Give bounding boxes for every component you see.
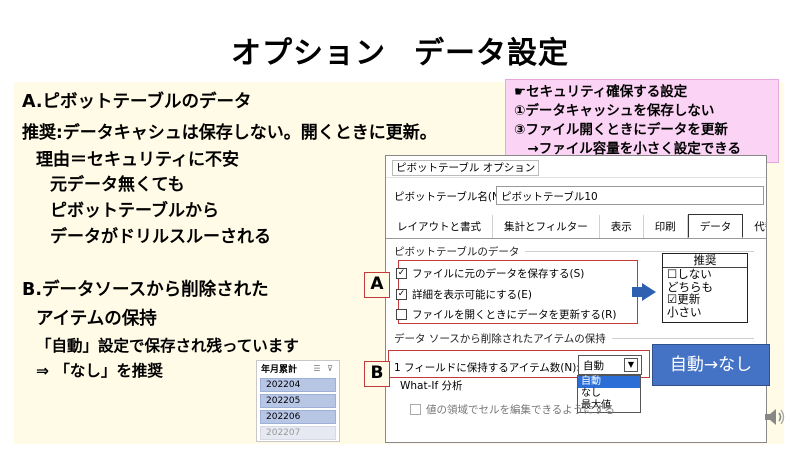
section-a-line: 元データ無くても	[50, 175, 185, 195]
section-a-line: 理由＝セキュリティに不安	[36, 150, 239, 170]
tab-data[interactable]: データ	[687, 214, 744, 238]
field-item[interactable]: 202205	[260, 394, 336, 408]
tab-layout[interactable]: レイアウトと書式	[386, 215, 493, 238]
multi-select-icon[interactable]: ☰ ⊽	[313, 364, 335, 373]
recommendation-header: 推奨	[663, 254, 747, 268]
pivot-name-input[interactable]: ピボットテーブル10	[496, 186, 764, 205]
callout-badge-a: A	[364, 272, 390, 298]
section-a-heading: A.ピボットテーブルのデータ	[22, 92, 252, 112]
title-right: データ設定	[414, 36, 569, 71]
title-left: オプション	[231, 36, 386, 71]
field-item[interactable]: 202207	[260, 426, 336, 440]
action-auto-to-none: 自動→なし	[652, 344, 770, 386]
dialog-title: ピボットテーブル オプション	[392, 160, 540, 176]
dialog-title-bar: ピボットテーブル オプション	[386, 156, 766, 178]
items-per-field-value: 自動	[583, 360, 604, 372]
field-item[interactable]: 202204	[260, 378, 336, 392]
pivot-data-section-text: ピボットテーブルのデータ	[394, 246, 520, 258]
edit-values-label: 値の領域でセルを編集できるようにする	[426, 404, 615, 416]
slide-title: オプション データ設定	[0, 28, 800, 72]
whatif-section-label: What-If 分析	[400, 380, 463, 392]
security-note: ☛セキュリティ確保する設定 ①データキャッシュを保存しない ③ファイル開くときに…	[505, 79, 779, 163]
edit-values-option[interactable]: 値の領域でセルを編集できるようにする	[410, 402, 615, 417]
arrow-right-icon	[632, 283, 656, 301]
field-list-title: 年月累計	[261, 365, 298, 375]
checkbox-unchecked-icon[interactable]	[410, 404, 421, 415]
note-line: ①データキャッシュを保存しない	[514, 103, 715, 119]
enable-show-details-option[interactable]: ✓ 詳細を表示可能にする(E)	[396, 287, 532, 302]
option-auto[interactable]: 自動	[578, 376, 640, 388]
tab-alt-text[interactable]: 代替テ	[743, 215, 766, 238]
recommendation-box: 推奨 ☐しない どちらも ☑更新 小さい	[662, 253, 748, 323]
items-per-field-label: 1 フィールドに保持するアイテム数(N):	[394, 362, 580, 374]
tab-totals-filters[interactable]: 集計とフィルター	[493, 215, 600, 238]
recommendation-line: ☐しない	[667, 267, 712, 281]
field-item[interactable]: 202206	[260, 410, 336, 424]
field-list-header: 年月累計 ☰ ⊽	[257, 361, 339, 376]
section-a-line: データがドリルスルーされる	[50, 227, 271, 247]
checkbox-unchecked-icon[interactable]	[396, 309, 407, 320]
dialog-tabs: レイアウトと書式 集計とフィルター 表示 印刷 データ 代替テ	[386, 214, 766, 239]
callout-badge-b: B	[364, 361, 390, 387]
checkbox-checked-icon[interactable]: ✓	[396, 289, 407, 300]
section-b-line: アイテムの保持	[36, 309, 157, 329]
speaker-icon[interactable]	[762, 405, 786, 429]
pivot-name-label: ピボットテーブル名(N):	[394, 191, 508, 203]
checkbox-checked-icon[interactable]: ✓	[396, 268, 407, 279]
chevron-down-icon[interactable]: ▼	[624, 358, 638, 372]
tab-printing[interactable]: 印刷	[644, 215, 688, 238]
enable-show-details-label: 詳細を表示可能にする(E)	[412, 289, 532, 301]
deleted-items-section-text: データ ソースから削除されたアイテムの保持	[394, 333, 606, 345]
section-b-heading: B.データソースから削除された	[22, 280, 269, 300]
option-none[interactable]: なし	[578, 388, 640, 400]
save-source-data-label: ファイルに元のデータを保存する(S)	[412, 268, 585, 280]
refresh-on-open-option[interactable]: ファイルを開くときにデータを更新する(R)	[396, 307, 617, 322]
section-a-line: 推奨:データキャシュは保存しない。開くときに更新。	[22, 123, 437, 143]
recommendation-line: 小さい	[667, 304, 702, 319]
recommendation-line: ☑更新	[667, 292, 701, 306]
refresh-on-open-label: ファイルを開くときにデータを更新する(R)	[412, 309, 617, 321]
section-b-line: ⇒ 「なし」を推奨	[36, 362, 163, 380]
items-per-field-select[interactable]: 自動 ▼	[578, 355, 642, 375]
tab-display[interactable]: 表示	[600, 215, 644, 238]
note-line: ☛セキュリティ確保する設定	[514, 84, 688, 100]
section-b-line: 「自動」設定で保存され残っています	[36, 337, 299, 355]
note-line: ③ファイル開くときにデータを更新	[514, 122, 728, 138]
section-a-line: ピボットテーブルから	[50, 201, 219, 221]
field-list-filter: 年月累計 ☰ ⊽ 202204 202205 202206 202207	[256, 360, 340, 442]
save-source-data-option[interactable]: ✓ ファイルに元のデータを保存する(S)	[396, 266, 584, 281]
